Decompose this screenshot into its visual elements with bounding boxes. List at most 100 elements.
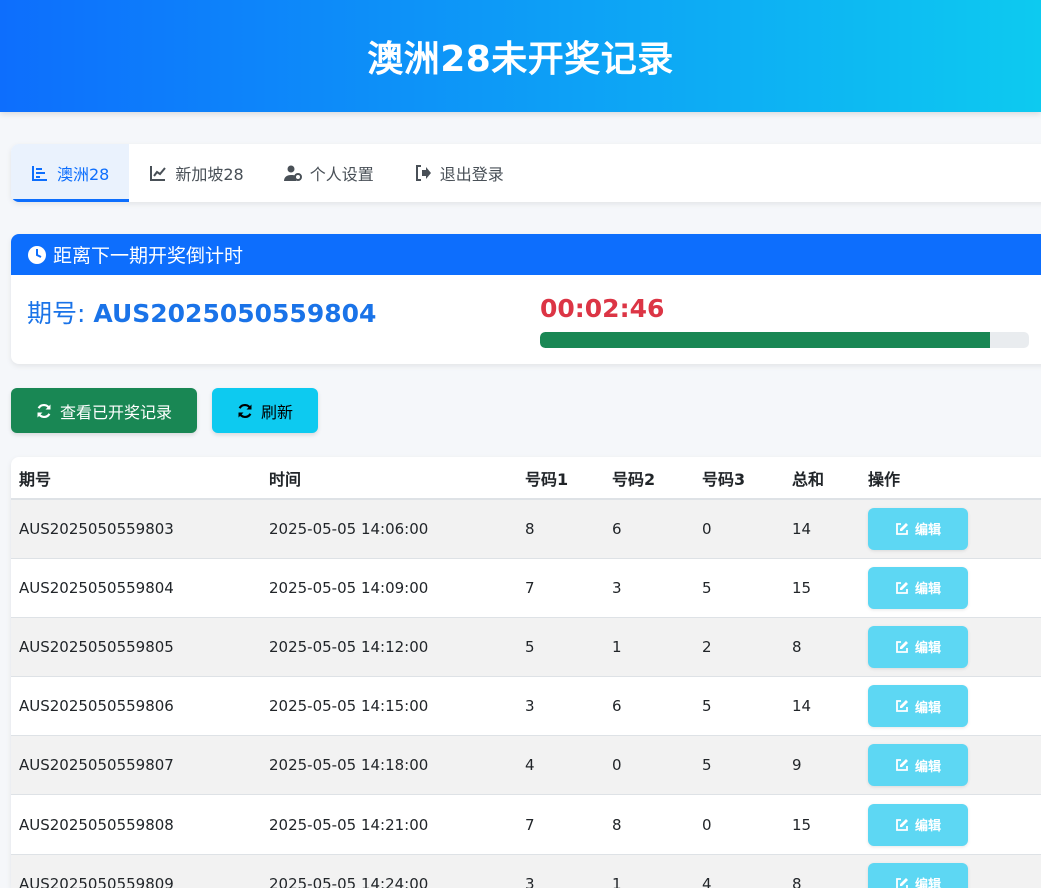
history-label: 查看已开奖记录 [59,402,172,422]
countdown-timer: 00:02:46 [540,294,665,323]
tab-sg28[interactable]: 新加坡28 [129,144,263,202]
edit-icon [896,818,908,831]
table-row: AUS2025050559808 2025-05-05 14:21:00 7 8 0 15… [11,794,1041,855]
chart-bar-icon [32,166,47,181]
refresh-icon [238,403,252,418]
edit-button[interactable]: 编辑 [868,803,968,846]
edit-button[interactable]: 编辑 [868,625,968,668]
refresh-label: 刷新 [260,402,293,422]
refresh-button[interactable]: 刷新 [212,388,318,433]
edit-icon [896,877,908,888]
edit-button[interactable]: 编辑 [868,744,968,787]
sign-out-icon [415,165,431,181]
table-cell: 2025-05-05 14:06:00 [261,499,517,559]
period-display: 期号: AUS2025050559804 [27,294,376,330]
refresh-icon [37,403,51,418]
page-title: 澳洲28未开奖记录 [367,39,674,80]
col-header: 时间 [261,457,517,500]
table-cell: 8 [517,499,604,559]
tab-aus28[interactable]: 澳洲28 [11,144,130,202]
edit-label: 编辑 [914,819,941,835]
table-cell: 14 [784,676,860,737]
countdown-progress [540,332,1029,348]
table-cell: AUS2025050559808 [11,794,261,855]
edit-label: 编辑 [914,641,941,657]
edit-button[interactable]: 编辑 [868,507,968,550]
table-cell: 2025-05-05 14:12:00 [261,617,517,678]
table-cell-action: 编辑 [860,735,1041,796]
table-cell: 3 [604,558,694,618]
user-gear-icon [283,165,302,181]
nav-tabs: 澳洲28 新加坡28 个人设置 退出登录 [11,144,1041,202]
table-cell-action: 编辑 [860,558,1041,618]
results-table-container: 期号 时间 号码1 号码2 号码3 总和 操作 AUS2025050559803… [11,457,1041,888]
edit-label: 编辑 [914,878,941,888]
table-cell: AUS2025050559805 [11,617,261,678]
table-cell: 14 [784,499,860,559]
table-cell: 0 [604,735,694,796]
table-cell: 4 [517,735,604,796]
col-header: 操作 [860,457,1041,500]
page-header: 澳洲28未开奖记录 [0,0,1041,112]
view-history-button[interactable]: 查看已开奖记录 [11,388,197,433]
table-row: AUS2025050559807 2025-05-05 14:18:00 4 0 5 9 编… [11,735,1041,796]
table-cell: 5 [694,735,784,796]
table-cell: 1 [604,854,694,888]
edit-icon [896,759,908,772]
table-cell: AUS2025050559809 [11,854,261,888]
period-value: AUS2025050559804 [93,299,377,328]
table-cell: 8 [604,794,694,855]
col-header: 期号 [11,457,261,500]
table-cell: 1 [604,617,694,678]
table-cell: 9 [784,735,860,796]
col-header: 号码2 [604,457,694,500]
countdown-header: 距离下一期开奖倒计时 [11,234,1041,275]
edit-icon [896,581,908,594]
table-cell: 0 [694,499,784,559]
table-cell: 5 [694,676,784,737]
table-cell-action: 编辑 [860,617,1041,678]
table-cell: 6 [604,499,694,559]
table-cell: 15 [784,558,860,618]
edit-button[interactable]: 编辑 [868,862,968,888]
table-cell: 0 [694,794,784,855]
table-cell-action: 编辑 [860,676,1041,737]
table-header-row: 期号 时间 号码1 号码2 号码3 总和 操作 [11,457,1041,500]
table-cell: 2025-05-05 14:21:00 [261,794,517,855]
col-header: 总和 [784,457,860,500]
table-row: AUS2025050559803 2025-05-05 14:06:00 8 6 0 14… [11,499,1041,559]
table-cell: 8 [784,617,860,678]
tab-label: 新加坡28 [175,165,244,184]
edit-button[interactable]: 编辑 [868,566,968,609]
table-row: AUS2025050559804 2025-05-05 14:09:00 7 3 5 15… [11,558,1041,618]
edit-button[interactable]: 编辑 [868,685,968,728]
table-cell: AUS2025050559807 [11,735,261,796]
progress-fill [540,332,990,348]
table-cell-action: 编辑 [860,794,1041,855]
table-cell: 2025-05-05 14:15:00 [261,676,517,737]
table-row: AUS2025050559806 2025-05-05 14:15:00 3 6 5 14… [11,676,1041,737]
tab-logout[interactable]: 退出登录 [394,144,524,202]
countdown-card: 距离下一期开奖倒计时 期号: AUS2025050559804 00:02:46 [11,234,1041,364]
table-cell: 7 [517,794,604,855]
table-cell: 3 [517,676,604,737]
edit-label: 编辑 [914,700,941,716]
table-cell: 15 [784,794,860,855]
table-cell-action: 编辑 [860,499,1041,559]
tab-settings[interactable]: 个人设置 [264,144,394,202]
table-cell: 4 [694,854,784,888]
results-table: 期号 时间 号码1 号码2 号码3 总和 操作 AUS2025050559803… [11,457,1041,888]
table-cell: 5 [517,617,604,678]
edit-icon [896,522,908,535]
table-cell: 7 [517,558,604,618]
chart-line-icon [150,166,167,181]
table-cell: 8 [784,854,860,888]
tab-label: 澳洲28 [57,165,110,184]
table-cell: 2025-05-05 14:18:00 [261,735,517,796]
col-header: 号码3 [694,457,784,500]
edit-icon [896,700,908,713]
table-row: AUS2025050559805 2025-05-05 14:12:00 5 1 2 8 编… [11,617,1041,678]
table-cell: AUS2025050559806 [11,676,261,737]
edit-label: 编辑 [914,523,941,539]
edit-label: 编辑 [914,759,941,775]
